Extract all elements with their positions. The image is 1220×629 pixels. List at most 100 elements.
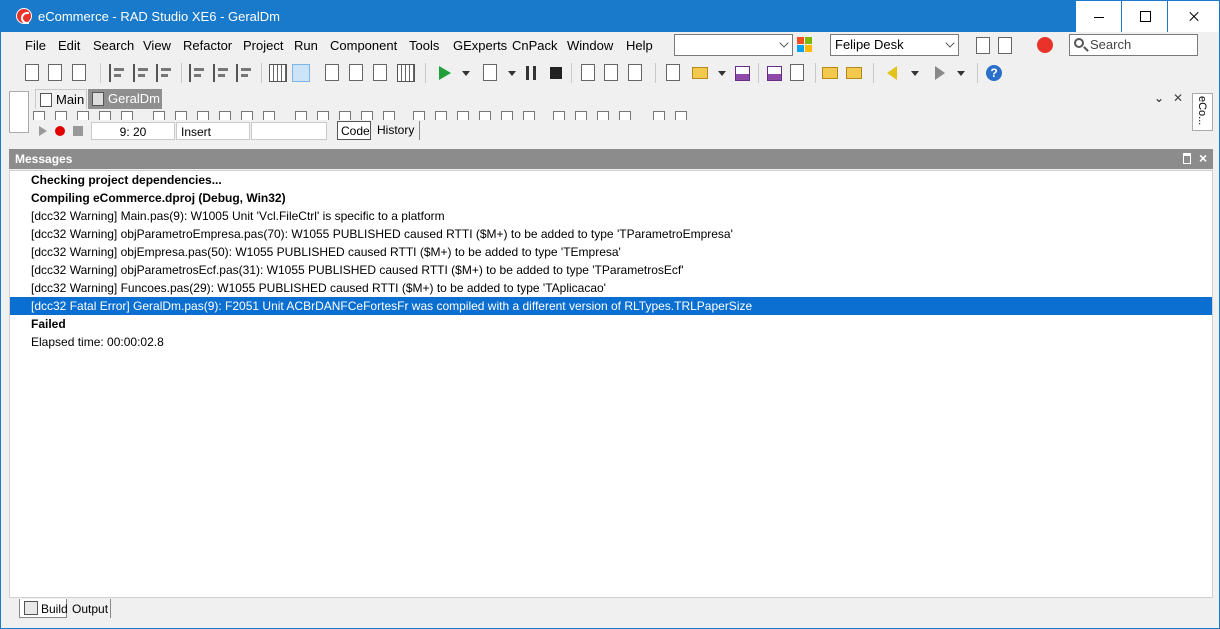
close-all-icon[interactable] (790, 64, 804, 81)
menu-gexperts[interactable]: GExperts (453, 38, 507, 53)
title-bar: eCommerce - RAD Studio XE6 - GeralDm (1, 1, 1219, 32)
trace-into-icon[interactable] (581, 64, 595, 81)
new-file-icon[interactable] (25, 64, 39, 81)
close-icon[interactable]: × (1199, 150, 1207, 166)
run-without-debug-dropdown-icon[interactable] (508, 71, 516, 76)
message-line[interactable]: [dcc32 Warning] Main.pas(9): W1005 Unit … (10, 207, 1212, 225)
align-center-icon[interactable] (156, 64, 174, 82)
help-icon[interactable]: ? (986, 65, 1002, 81)
stop-icon[interactable] (550, 67, 562, 79)
tab-list-chevron-icon[interactable]: ⌄ (1154, 91, 1164, 105)
size-icon[interactable] (325, 64, 339, 81)
menu-cnpack[interactable]: CnPack (512, 38, 558, 53)
forward-dropdown-icon[interactable] (957, 71, 965, 76)
open-project-icon[interactable] (72, 64, 86, 81)
back-arrow-icon[interactable] (887, 66, 897, 80)
new-items-icon[interactable] (666, 64, 680, 81)
right-dock-panel[interactable]: eCo... (1192, 93, 1213, 131)
close-tab-icon[interactable]: ✕ (1173, 91, 1183, 105)
editor-status-bar: 9: 20 Insert (33, 122, 433, 140)
remove-from-project-icon[interactable] (846, 67, 862, 79)
run-without-debug-icon[interactable] (483, 64, 497, 81)
tab-history[interactable]: History (374, 121, 420, 140)
message-line[interactable]: Failed (10, 315, 1212, 333)
align-left-icon[interactable] (109, 64, 127, 82)
open-dropdown-icon[interactable] (718, 71, 726, 76)
toolbar-separator (815, 63, 816, 83)
menu-search[interactable]: Search (93, 38, 134, 53)
toolbar-separator (100, 63, 101, 83)
forward-arrow-icon[interactable] (935, 66, 945, 80)
align-top-icon[interactable] (189, 64, 207, 82)
maximize-button[interactable] (1121, 1, 1167, 32)
open-folder-icon[interactable] (692, 67, 708, 79)
tab-code[interactable]: Code (337, 121, 371, 140)
message-line[interactable]: [dcc32 Warning] objParametroEmpresa.pas(… (10, 225, 1212, 243)
ide-window: eCommerce - RAD Studio XE6 - GeralDm Fil… (0, 0, 1220, 629)
set-debug-desktop-icon[interactable] (998, 37, 1012, 54)
message-line[interactable]: [dcc32 Warning] objParametrosEcf.pas(31)… (10, 261, 1212, 279)
message-line[interactable]: Compiling eCommerce.dproj (Debug, Win32) (10, 189, 1212, 207)
menu-view[interactable]: View (143, 38, 171, 53)
menu-window[interactable]: Window (567, 38, 613, 53)
tab-main[interactable]: Main (35, 89, 87, 109)
menu-edit[interactable]: Edit (58, 38, 80, 53)
open-file-icon[interactable] (48, 64, 62, 81)
component-palette-strip (33, 111, 713, 121)
menu-help[interactable]: Help (626, 38, 653, 53)
tab-build[interactable]: Build (19, 599, 68, 618)
back-dropdown-icon[interactable] (911, 71, 919, 76)
align-middle-icon[interactable] (236, 64, 254, 82)
step-over-icon[interactable] (604, 64, 618, 81)
scale-icon[interactable] (349, 64, 363, 81)
chevron-down-icon (779, 38, 789, 48)
align-bottom-icon[interactable] (213, 64, 231, 82)
run-icon[interactable] (439, 66, 451, 80)
unit-file-icon (92, 92, 104, 106)
save-all-icon[interactable] (767, 66, 782, 81)
add-to-project-icon[interactable] (822, 67, 838, 79)
run-dropdown-icon[interactable] (462, 71, 470, 76)
insert-mode: Insert (176, 122, 250, 140)
embarcadero-icon[interactable] (1037, 37, 1053, 53)
tab-order-icon[interactable] (373, 64, 387, 81)
pause-icon[interactable] (526, 66, 536, 80)
minimize-button[interactable] (1075, 1, 1121, 32)
menu-refactor[interactable]: Refactor (183, 38, 232, 53)
menu-tools[interactable]: Tools (409, 38, 439, 53)
message-line-selected[interactable]: [dcc32 Fatal Error] GeralDm.pas(9): F205… (10, 297, 1212, 315)
message-line[interactable]: [dcc32 Warning] Funcoes.pas(29): W1055 P… (10, 279, 1212, 297)
desktop-combo[interactable]: Felipe Desk (830, 34, 959, 56)
messages-header: Messages × (9, 149, 1213, 169)
message-line[interactable]: Checking project dependencies... (10, 171, 1212, 189)
search-input[interactable]: Search (1069, 34, 1198, 56)
toolbar-separator (873, 63, 874, 83)
layout-combo[interactable] (674, 34, 793, 56)
toolbar-separator (261, 63, 262, 83)
tab-output[interactable]: Output (69, 599, 111, 618)
menu-project[interactable]: Project (243, 38, 283, 53)
close-button[interactable] (1167, 1, 1219, 32)
modified-status (251, 122, 327, 140)
message-line[interactable]: [dcc32 Warning] objEmpresa.pas(50): W105… (10, 243, 1212, 261)
save-icon[interactable] (735, 66, 750, 81)
menu-file[interactable]: File (25, 38, 46, 53)
run-to-cursor-icon[interactable] (628, 64, 642, 81)
left-dock-panel[interactable] (9, 91, 29, 133)
align-right-icon[interactable] (133, 64, 151, 82)
messages-list[interactable]: Checking project dependencies... Compilin… (9, 170, 1213, 598)
menu-run[interactable]: Run (294, 38, 318, 53)
tab-geraldm[interactable]: GeralDm (88, 89, 162, 109)
save-desktop-icon[interactable] (976, 37, 990, 54)
tab-main-label: Main (56, 92, 85, 107)
messages-title: Messages (15, 152, 73, 166)
creation-order-icon[interactable] (397, 64, 415, 82)
rad-studio-logo-icon[interactable] (16, 8, 32, 24)
grid-icon[interactable] (292, 64, 310, 82)
snap-grid-icon[interactable] (269, 64, 287, 82)
message-line[interactable]: Elapsed time: 00:00:02.8 (10, 333, 1212, 351)
windows-logo-icon[interactable] (797, 37, 813, 53)
build-icon (24, 601, 38, 615)
pin-icon[interactable] (1183, 153, 1191, 164)
menu-component[interactable]: Component (330, 38, 397, 53)
